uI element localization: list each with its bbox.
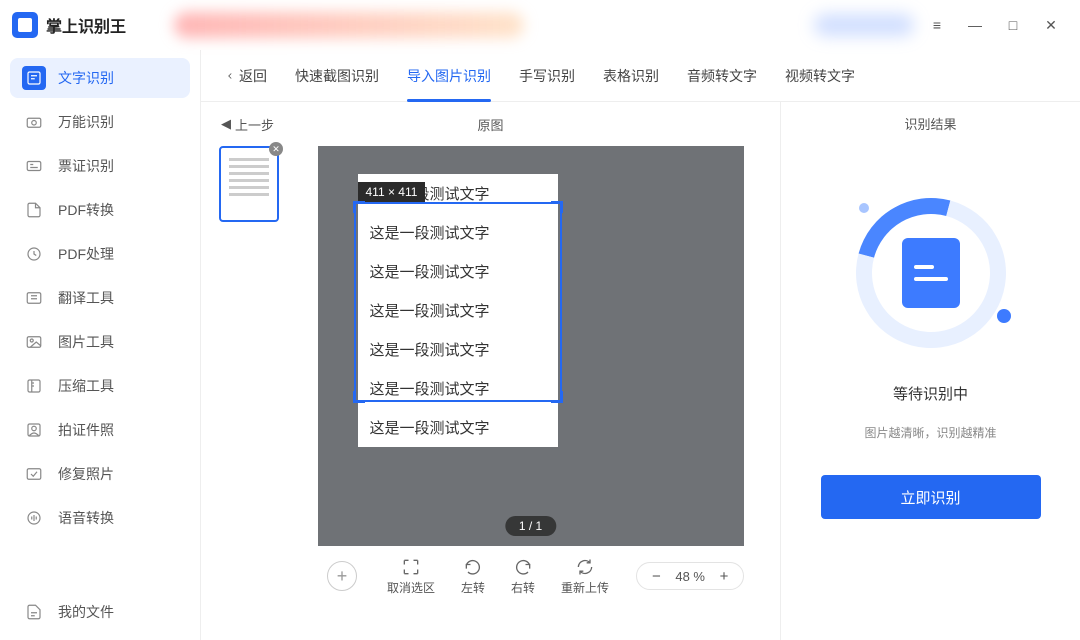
id-photo-icon <box>25 421 43 439</box>
sidebar-item-label: 修复照片 <box>58 464 114 484</box>
sidebar-item-voice[interactable]: 语音转换 <box>10 498 190 538</box>
pdf-convert-icon <box>25 201 43 219</box>
sidebar-item-photo-repair[interactable]: 修复照片 <box>10 454 190 494</box>
ticket-icon <box>25 157 43 175</box>
selection-box[interactable] <box>354 202 562 402</box>
sidebar-item-label: 拍证件照 <box>58 420 114 440</box>
compress-icon <box>25 377 43 395</box>
minimize-button[interactable]: — <box>966 16 984 34</box>
result-panel: 识别结果 等待识别中 图片越清晰，识别越精准 立即识别 <box>780 102 1080 640</box>
image-canvas[interactable]: 这是一段测试文字 这是一段测试文字 这是一段测试文字 这是一段测试文字 这是一段… <box>318 146 744 546</box>
logo-icon <box>12 12 38 38</box>
sidebar-item-compress[interactable]: 压缩工具 <box>10 366 190 406</box>
rotate-left-icon <box>463 557 483 577</box>
sidebar-item-pdf-convert[interactable]: PDF转换 <box>10 190 190 230</box>
rotate-left-button[interactable]: 左转 <box>461 557 485 596</box>
sidebar-item-pdf-process[interactable]: PDF处理 <box>10 234 190 274</box>
selection-handle-bl[interactable] <box>353 391 365 403</box>
sidebar-item-label: 翻译工具 <box>58 288 114 308</box>
selection-handle-tl[interactable] <box>353 201 365 213</box>
window-controls: ≡ — □ ✕ <box>920 16 1068 34</box>
sidebar-item-label: 文字识别 <box>58 68 114 88</box>
close-button[interactable]: ✕ <box>1042 16 1060 34</box>
tab-screenshot-ocr[interactable]: 快速截图识别 <box>295 50 379 102</box>
sidebar-item-universal[interactable]: 万能识别 <box>10 102 190 142</box>
status-text: 等待识别中 <box>893 383 968 404</box>
titlebar: 掌上识别王 ≡ — □ ✕ <box>0 0 1080 50</box>
original-label: 原图 <box>477 115 503 134</box>
maximize-button[interactable]: □ <box>1004 16 1022 34</box>
sidebar-item-id-photo[interactable]: 拍证件照 <box>10 410 190 450</box>
selection-dimensions: 411 × 411 <box>358 182 426 202</box>
tab-import-image-ocr[interactable]: 导入图片识别 <box>407 50 491 102</box>
sidebar-item-label: 万能识别 <box>58 112 114 132</box>
banner-blur <box>174 12 524 38</box>
camera-icon <box>25 113 43 131</box>
back-button[interactable]: 返回 <box>225 66 267 86</box>
recognize-button[interactable]: 立即识别 <box>821 475 1041 519</box>
tab-handwriting[interactable]: 手写识别 <box>519 50 575 102</box>
tab-video-to-text[interactable]: 视频转文字 <box>785 50 855 102</box>
sidebar-item-my-files[interactable]: 我的文件 <box>10 592 190 632</box>
sidebar-item-label: PDF转换 <box>58 200 114 220</box>
reupload-icon <box>575 557 595 577</box>
app-title: 掌上识别王 <box>46 13 126 37</box>
voice-icon <box>25 509 43 527</box>
text-icon <box>25 69 43 87</box>
sidebar-item-label: 语音转换 <box>58 508 114 528</box>
selection-handle-tr[interactable] <box>551 201 563 213</box>
sidebar-item-translate[interactable]: 翻译工具 <box>10 278 190 318</box>
cancel-selection-button[interactable]: 取消选区 <box>387 557 435 596</box>
zoom-value: 48 % <box>675 569 705 584</box>
zoom-in-button[interactable]: + <box>715 567 733 585</box>
page-indicator: 1 / 1 <box>505 516 556 536</box>
rotate-right-icon <box>513 557 533 577</box>
sidebar-item-label: 票证识别 <box>58 156 114 176</box>
hint-text: 图片越清晰，识别越精准 <box>864 424 996 441</box>
menu-button[interactable]: ≡ <box>928 16 946 34</box>
zoom-out-button[interactable]: − <box>647 567 665 585</box>
triangle-left-icon: ◀ <box>221 116 231 132</box>
sidebar-item-text-recognition[interactable]: 文字识别 <box>10 58 190 98</box>
tab-audio-to-text[interactable]: 音频转文字 <box>687 50 757 102</box>
sidebar-item-label: 压缩工具 <box>58 376 114 396</box>
prev-step-button[interactable]: ◀ 上一步 <box>221 115 274 134</box>
add-image-button[interactable]: + <box>327 561 357 591</box>
tab-table-ocr[interactable]: 表格识别 <box>603 50 659 102</box>
repair-icon <box>25 465 43 483</box>
sidebar-item-ticket[interactable]: 票证识别 <box>10 146 190 186</box>
sidebar-item-label: PDF处理 <box>58 244 114 264</box>
tabs-bar: 返回 快速截图识别 导入图片识别 手写识别 表格识别 音频转文字 视频转文字 <box>201 50 1080 102</box>
selection-handle-br[interactable] <box>551 391 563 403</box>
image-icon <box>25 333 43 351</box>
sidebar-item-label: 我的文件 <box>58 602 114 622</box>
chevron-left-icon <box>225 71 235 81</box>
thumbnail[interactable]: ✕ <box>219 146 279 222</box>
avatar-blur <box>814 14 914 36</box>
rotate-right-button[interactable]: 右转 <box>511 557 535 596</box>
thumbnail-close-icon[interactable]: ✕ <box>269 142 283 156</box>
sidebar-item-label: 图片工具 <box>58 332 114 352</box>
cancel-selection-icon <box>401 557 421 577</box>
translate-icon <box>25 289 43 307</box>
result-illustration <box>851 193 1011 353</box>
reupload-button[interactable]: 重新上传 <box>561 557 609 596</box>
pdf-process-icon <box>25 245 43 263</box>
sidebar-item-image-tools[interactable]: 图片工具 <box>10 322 190 362</box>
result-title: 识别结果 <box>904 114 956 133</box>
zoom-control: − 48 % + <box>636 562 744 590</box>
sidebar: 文字识别 万能识别 票证识别 PDF转换 PDF处理 翻译工具 图片工具 压缩 <box>0 50 200 640</box>
app-logo: 掌上识别王 <box>12 12 126 38</box>
file-icon <box>25 603 43 621</box>
